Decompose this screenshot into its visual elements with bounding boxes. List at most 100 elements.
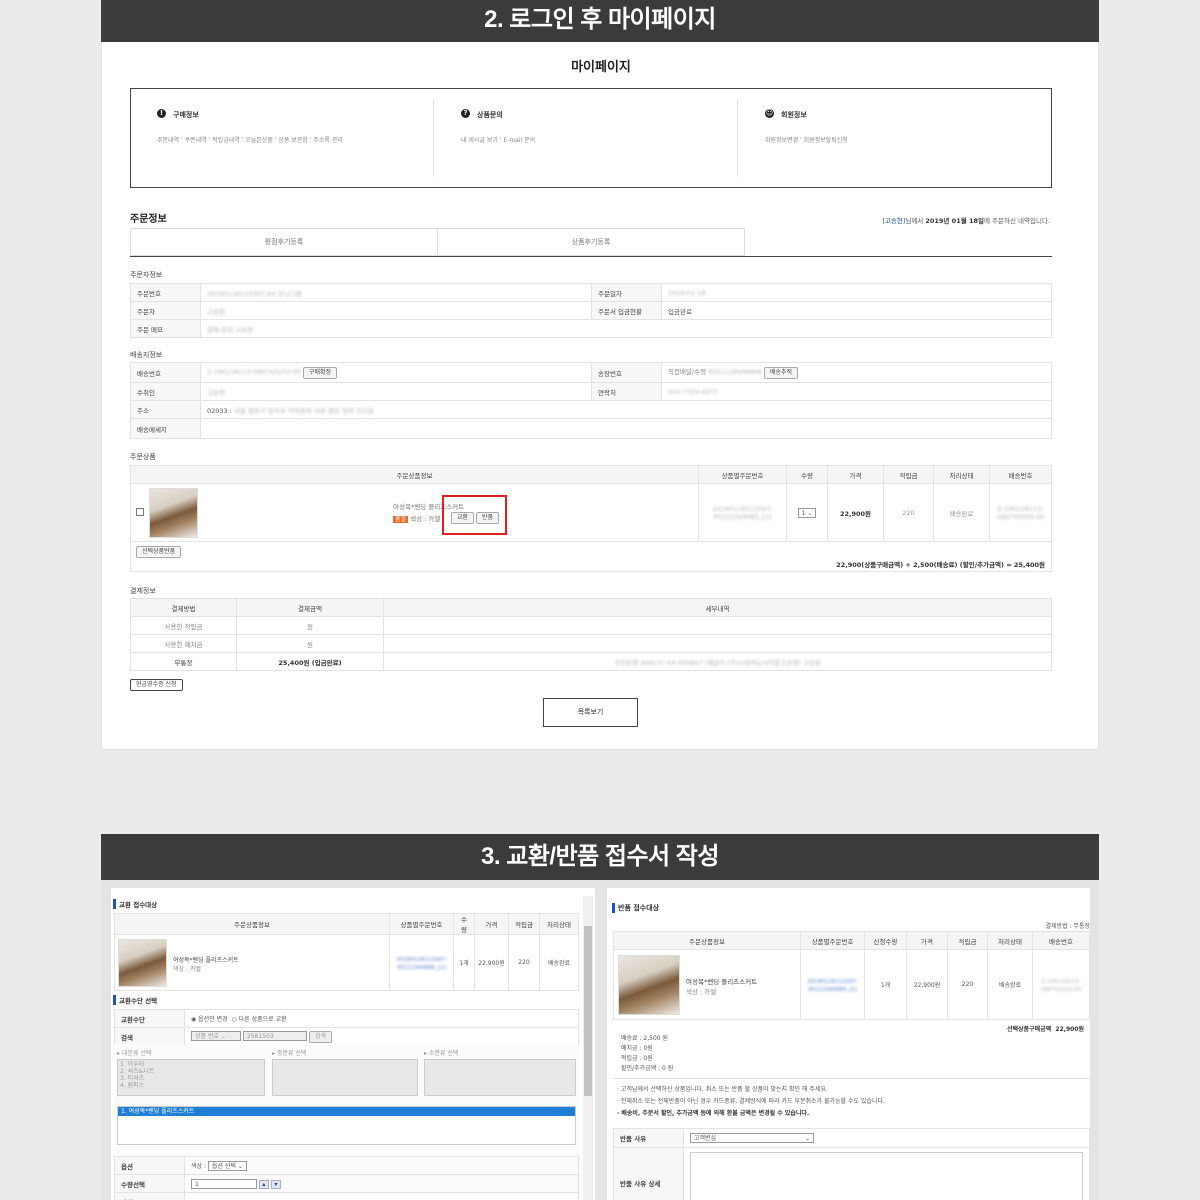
orderer-section-title: 주문자정보 — [130, 271, 163, 279]
section-2-header: 2. 로그인 후 마이페이지 — [101, 0, 1099, 42]
scrollbar-thumb[interactable] — [584, 926, 592, 1096]
tab-product-review[interactable]: 상품후기등록 — [437, 228, 745, 256]
order-no-label: 주문번호 — [130, 283, 201, 302]
delivery-msg-label: 배송메세지 — [130, 418, 201, 439]
page-title: 마이페이지 — [571, 60, 631, 75]
cat-mid-list[interactable] — [272, 1059, 418, 1096]
cat-small-list[interactable] — [424, 1059, 576, 1096]
qty-down-button[interactable]: ▾ — [270, 1179, 281, 1189]
link-withdraw[interactable]: 회원정보탈퇴신청 — [804, 137, 848, 144]
return-reason-select[interactable]: 고객변심 ⌄ — [690, 1133, 814, 1143]
product-result-list[interactable]: 1. 여성복*밴딩 플리츠스커트 — [117, 1106, 576, 1145]
link-coupon[interactable]: 쿠폰내역 — [185, 137, 207, 144]
mypage-panel: 마이페이지 ! 구매정보 주문내역 ˈ 쿠폰내역 ˈ 적립금내역 ˈ 오늘본상품… — [101, 42, 1099, 750]
col-pay-method: 결제방법 — [130, 598, 237, 617]
phone-label: 연락처 — [591, 382, 662, 401]
return-selected-button[interactable]: 선택상품반품 — [136, 546, 182, 558]
exchange-option-table: 옵션 색상 : 옵션 선택 ⌄ 수량선택 1 ▴ ▾ 가격 — [114, 1156, 579, 1200]
qty-input[interactable]: 1 — [191, 1178, 257, 1189]
pay-status-label: 주문서 입금현황 — [591, 301, 662, 320]
address-zip: 02033 : — [207, 406, 232, 415]
link-my-posts[interactable]: 내 게시글 보기 — [461, 137, 498, 144]
product-checkbox[interactable] — [136, 508, 144, 516]
menu-links-purchase: 주문내역 ˈ 쿠폰내역 ˈ 적립금내역 ˈ 오늘본상품 ˈ 상품 보관함 ˈ 주… — [157, 137, 343, 144]
points-value: 220 — [883, 483, 934, 542]
order-info-title: 주문정보 — [130, 214, 167, 225]
item-order-no-value: 20190118113347-95111569985_[1] — [712, 504, 773, 521]
payment-section-title: 결제정보 — [130, 587, 156, 595]
link-wishlist[interactable]: 상품 보관함 — [278, 137, 308, 144]
order-notice: [고송현]님께서 2019년 01월 18일에 주문하신 내역입니다. — [882, 217, 1050, 225]
purchase-confirm-button[interactable]: 구매확정 — [302, 366, 338, 379]
cat-big-label: ▸ 대분류 선택 — [117, 1050, 152, 1057]
address-value: 서울 중랑구 망우로 먹자골목 사랑 화동 빌라 인사동 — [234, 406, 375, 415]
exchange-form: 교환 접수대상 주문상품정보 상품별주문번호 수량 가격 적립금 처리상태 여성… — [111, 888, 595, 1200]
product-thumbnail — [618, 955, 680, 1015]
qty-up-button[interactable]: ▴ — [258, 1179, 269, 1189]
search-type-select[interactable]: 상품 번호 ⌄ — [191, 1030, 241, 1041]
section-2-title: 2. 로그인 후 마이페이지 — [484, 6, 716, 33]
shipping-section-title: 배송지정보 — [130, 351, 163, 359]
search-button[interactable]: 검색 — [308, 1030, 332, 1043]
result-item-selected[interactable]: 1. 여성복*밴딩 플리츠스커트 — [118, 1107, 575, 1116]
smile-icon: ☺ — [765, 109, 774, 118]
memo-label: 주문 메모 — [130, 319, 201, 338]
radio-other-product[interactable]: ○ 다른 상품으로 교환 — [232, 1016, 287, 1023]
products-section-title: 주문상품 — [130, 453, 156, 461]
col-pay-amount: 결제금액 — [236, 598, 384, 617]
address-label: 주소 — [130, 400, 201, 419]
qty-select[interactable]: 1 ⌄ — [797, 507, 817, 518]
product-thumbnail — [149, 488, 198, 538]
col-qty: 수량 — [786, 465, 828, 484]
soldout-badge: 품절 — [393, 516, 409, 523]
return-button[interactable]: 반품 — [476, 512, 500, 524]
exchange-title: 교환 접수대상 — [113, 899, 157, 909]
ship-no-label: 배송번호 — [130, 362, 201, 383]
col-ship-no: 배송번호 — [989, 465, 1052, 484]
section-3-title: 3. 교환/반품 접수서 작성 — [481, 843, 719, 870]
exchange-button[interactable]: 교환 — [451, 512, 475, 524]
product-thumbnail — [118, 939, 167, 987]
order-date-value: 2019-01-18 — [668, 288, 706, 297]
radio-option-only[interactable]: ◉ 옵션만 변경 — [191, 1016, 228, 1023]
option-select[interactable]: 옵션 선택 ⌄ — [207, 1160, 247, 1171]
ship-no-value: S-190118113-096743203-00 — [207, 367, 301, 376]
orderer-name: [고송현] — [882, 217, 906, 225]
table-row: 사용한 적립금 원 — [130, 616, 1052, 635]
scrollbar[interactable] — [583, 896, 593, 1200]
delivery-msg-value — [200, 418, 1052, 439]
link-recent[interactable]: 오늘본상품 — [245, 137, 273, 144]
table-row: 여성복*밴딩 플리츠스커트 색상 : 카멜 20190118113347-9511… — [114, 934, 580, 991]
tab-rating-review[interactable]: 평점후기등록 — [130, 228, 438, 256]
menu-title-inquiry: 상품문의 — [477, 111, 503, 119]
order-total: 22,900(상품구매금액) + 2,500(배송료) (할인/추가금액) = … — [836, 561, 1045, 569]
payment-table: 결제방법 결제금액 세부내역 사용한 적립금 원 사용한 예치금 원 무통장 2… — [130, 598, 1052, 671]
order-no-value: 20190118113347-A3 모니그램 — [207, 289, 302, 298]
list-button[interactable]: 목록보기 — [543, 698, 638, 727]
shipping-table: 배송번호 S-190118113-096743203-00 구매확정 송장번호 … — [130, 362, 1052, 439]
menu-title-purchase: 구매정보 — [173, 111, 199, 119]
menu-divider — [737, 99, 738, 177]
table-row: 사용한 예치금 원 — [130, 634, 1052, 653]
track-delivery-button[interactable]: 배송추적 — [764, 367, 799, 379]
menu-links-inquiry: 내 게시글 보기 ˈ E-mail 문의 — [461, 137, 536, 144]
orderer-table: 주문번호 20190118113347-A3 모니그램 주문일자 2019-01… — [130, 283, 1052, 338]
col-product-info: 주문상품정보 — [130, 465, 699, 484]
link-points[interactable]: 적립금내역 — [212, 137, 240, 144]
menu-title-member: 회원정보 — [781, 111, 807, 119]
link-edit-profile[interactable]: 회원정보변경 — [765, 137, 798, 144]
link-order-history[interactable]: 주문내역 — [157, 137, 179, 144]
table-row: 무통장 25,400원 (입금완료) 국민은행 449137-04-005847… — [130, 652, 1052, 671]
return-pay-method: 결제방법 : 무통장 — [1045, 923, 1090, 930]
link-email-inquiry[interactable]: E-mail 문의 — [503, 137, 535, 144]
cash-receipt-button[interactable]: 현금영수증 신청 — [130, 679, 183, 691]
return-reason-detail-textarea[interactable] — [690, 1152, 1083, 1200]
fees-divider — [613, 1078, 1090, 1079]
link-address[interactable]: 주소록 관리 — [313, 137, 343, 144]
invoice-number: 9551128569908 — [708, 368, 762, 376]
bank-account: 국민은행 449137-04-005847 (예금주:(주)시랑하는사자들고송현… — [614, 658, 821, 667]
search-input[interactable]: 2581503 — [242, 1030, 307, 1041]
col-points: 적립금 — [883, 465, 934, 484]
phone-value: 010-7724-4277 — [668, 387, 719, 396]
cat-big-list[interactable]: 1. 아우터 2. 셔츠&니트 3. 티셔츠 4. 원피스 — [117, 1059, 265, 1096]
